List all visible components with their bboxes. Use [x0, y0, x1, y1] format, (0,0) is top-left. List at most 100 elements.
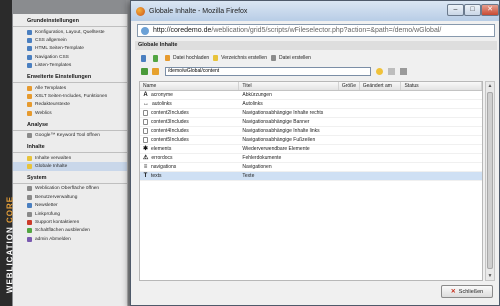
window-titlebar[interactable]: Globale Inhalte - Mozilla Firefox — [131, 1, 499, 21]
maximize-button[interactable]: □ — [464, 4, 481, 16]
menu-icon — [27, 186, 32, 192]
cell-size — [339, 145, 360, 153]
sidebar-item[interactable]: CSS allgemein — [13, 36, 127, 44]
scroll-thumb[interactable] — [487, 92, 493, 269]
scroll-down-icon[interactable]: ▼ — [486, 272, 494, 280]
menu-icon — [27, 228, 32, 234]
cell-name: ↔ autolinks — [140, 100, 239, 108]
cell-size — [339, 91, 360, 99]
path-input[interactable] — [165, 66, 371, 76]
file-grid: Name Titel Größe Geändert am Status Aacr… — [139, 81, 483, 281]
cell-status — [401, 91, 482, 99]
url-bar[interactable]: http://coredemo.de/weblication/grid5/scr… — [137, 24, 495, 37]
table-row[interactable]: content3Includes Navigationsabhängige Ban… — [140, 118, 482, 127]
sidebar-item[interactable]: Inhalte verwalten — [13, 154, 127, 162]
close-icon: ✕ — [450, 289, 456, 295]
menu-icon — [27, 211, 32, 217]
table-row[interactable]: content4Includes Navigationsabhängige Inh… — [140, 127, 482, 136]
cell-name: Aacronyme — [140, 91, 239, 99]
url-host: http://coredemo.de — [153, 27, 212, 34]
firefox-window: Globale Inhalte - Mozilla Firefox – □ ✕ … — [130, 0, 500, 306]
lock-icon[interactable] — [400, 67, 407, 75]
cell-modified — [360, 100, 402, 108]
sidebar-item[interactable]: Weblication Oberfläche öffnen — [13, 185, 127, 193]
sidebar-item-label: Alle Templates — [35, 85, 67, 91]
table-row[interactable]: ⚠ errordocs Fehlerdokumente — [140, 154, 482, 163]
sidebar-item[interactable]: Google™ Keyword Tool öffnen — [13, 132, 127, 140]
cell-modified — [360, 118, 402, 126]
menu-icon — [27, 54, 32, 60]
sidebar-item[interactable]: Globale Inhalte — [13, 162, 127, 171]
sidebar-item[interactable]: admin Abmelden — [13, 235, 127, 243]
close-window-button[interactable]: ✕ — [481, 4, 499, 16]
column-name[interactable]: Name — [140, 82, 240, 90]
sidebar-item[interactable]: Navigation CSS — [13, 53, 127, 61]
sidebar-item[interactable]: Weblics — [13, 109, 127, 117]
upload-file-button[interactable]: Datei hochladen — [165, 55, 209, 61]
close-dialog-button[interactable]: ✕ Schließen — [441, 285, 493, 298]
create-folder-button[interactable]: Verzeichnis erstellen — [213, 55, 267, 61]
cell-title: Navigationsabhängige Inhalte links — [242, 128, 320, 134]
menu-icon — [27, 219, 32, 225]
sidebar-item[interactable]: Alle Templates — [13, 84, 127, 92]
cell-size — [339, 109, 360, 117]
table-row[interactable]: ✱ elements Wiederverwendbare Elemente — [140, 145, 482, 154]
table-row[interactable]: ≡ navigations Navigationen — [140, 163, 482, 172]
sidebar-section-title: Erweiterte Einstellungen — [13, 70, 127, 83]
new-icon[interactable] — [153, 54, 158, 62]
cell-name: content3Includes — [140, 118, 239, 126]
sidebar-item[interactable]: Schaltflächen ausblenden — [13, 227, 127, 235]
up-folder-icon[interactable] — [152, 67, 159, 75]
cell-title: Navigationsabhängige Fußzeilen — [242, 137, 316, 143]
cell-modified — [360, 163, 402, 171]
menu-icon — [27, 63, 32, 69]
sidebar-item[interactable]: Konfiguration, Layout, Quellteste — [13, 28, 127, 36]
column-size[interactable]: Größe — [339, 82, 360, 90]
menu-icon — [27, 203, 32, 209]
row-name: texts — [151, 172, 162, 179]
refresh-icon[interactable] — [141, 54, 146, 62]
table-row[interactable]: Aacronyme Abkürzungen — [140, 91, 482, 100]
sidebar-item[interactable]: Support kontaktieren — [13, 218, 127, 226]
sidebar-item[interactable]: Listen-Templates — [13, 62, 127, 70]
cell-title: Wiederverwendbare Elemente — [242, 146, 310, 152]
table-row[interactable]: content5Includes Navigationsabhängige Fuß… — [140, 136, 482, 145]
column-modified[interactable]: Geändert am — [360, 82, 402, 90]
path-row — [135, 65, 497, 77]
sidebar-item[interactable]: XSLT Seiten-Includes, Funktionen — [13, 92, 127, 100]
row-name: elements — [151, 145, 172, 152]
minimize-button[interactable]: – — [447, 4, 464, 16]
vertical-scrollbar[interactable]: ▲ ▼ — [485, 81, 495, 281]
back-icon[interactable] — [141, 67, 148, 75]
copy-icon[interactable] — [388, 67, 395, 75]
menu-icon — [27, 38, 32, 44]
table-row[interactable]: Ttexts Texte — [140, 172, 482, 181]
sidebar-section-title: Grundeinstellungen — [13, 14, 127, 27]
row-name: content4Includes — [151, 127, 189, 134]
brand-bar: WEBLICATION CORE — [0, 0, 15, 306]
scroll-up-icon[interactable]: ▲ — [486, 82, 494, 90]
column-status[interactable]: Status — [401, 82, 482, 90]
column-title[interactable]: Titel — [239, 82, 339, 90]
cell-name: ≡ navigations — [140, 163, 239, 171]
sidebar-item[interactable]: Benutzerverwaltung — [13, 193, 127, 201]
sidebar-item-label: Support kontaktieren — [35, 219, 80, 225]
table-row[interactable]: content2Includes Navigationsabhängige Inh… — [140, 109, 482, 118]
sidebar-item[interactable]: HTML Seiten-Template — [13, 45, 127, 53]
cell-modified — [360, 145, 402, 153]
cell-name: Ttexts — [140, 172, 239, 180]
cell-name: ✱ elements — [140, 145, 239, 153]
table-row[interactable]: ↔ autolinks Autolinks — [140, 100, 482, 109]
grid-header: Name Titel Größe Geändert am Status — [140, 82, 482, 91]
sidebar-item[interactable]: Newsletter — [13, 201, 127, 209]
cell-modified — [360, 91, 402, 99]
sidebar-item[interactable]: Linkprüfung — [13, 210, 127, 218]
row-name: content2Includes — [151, 109, 189, 116]
create-file-button[interactable]: Datei erstellen — [271, 55, 311, 61]
cell-modified — [360, 172, 402, 180]
sidebar-item-label: Navigation CSS — [35, 54, 69, 60]
menu-icon — [27, 85, 32, 91]
sidebar-item[interactable]: Redakteurstexte — [13, 101, 127, 109]
url-path: /weblication/grid5/scripts/wFileselector… — [211, 27, 442, 34]
favorite-star-icon[interactable] — [376, 67, 383, 75]
